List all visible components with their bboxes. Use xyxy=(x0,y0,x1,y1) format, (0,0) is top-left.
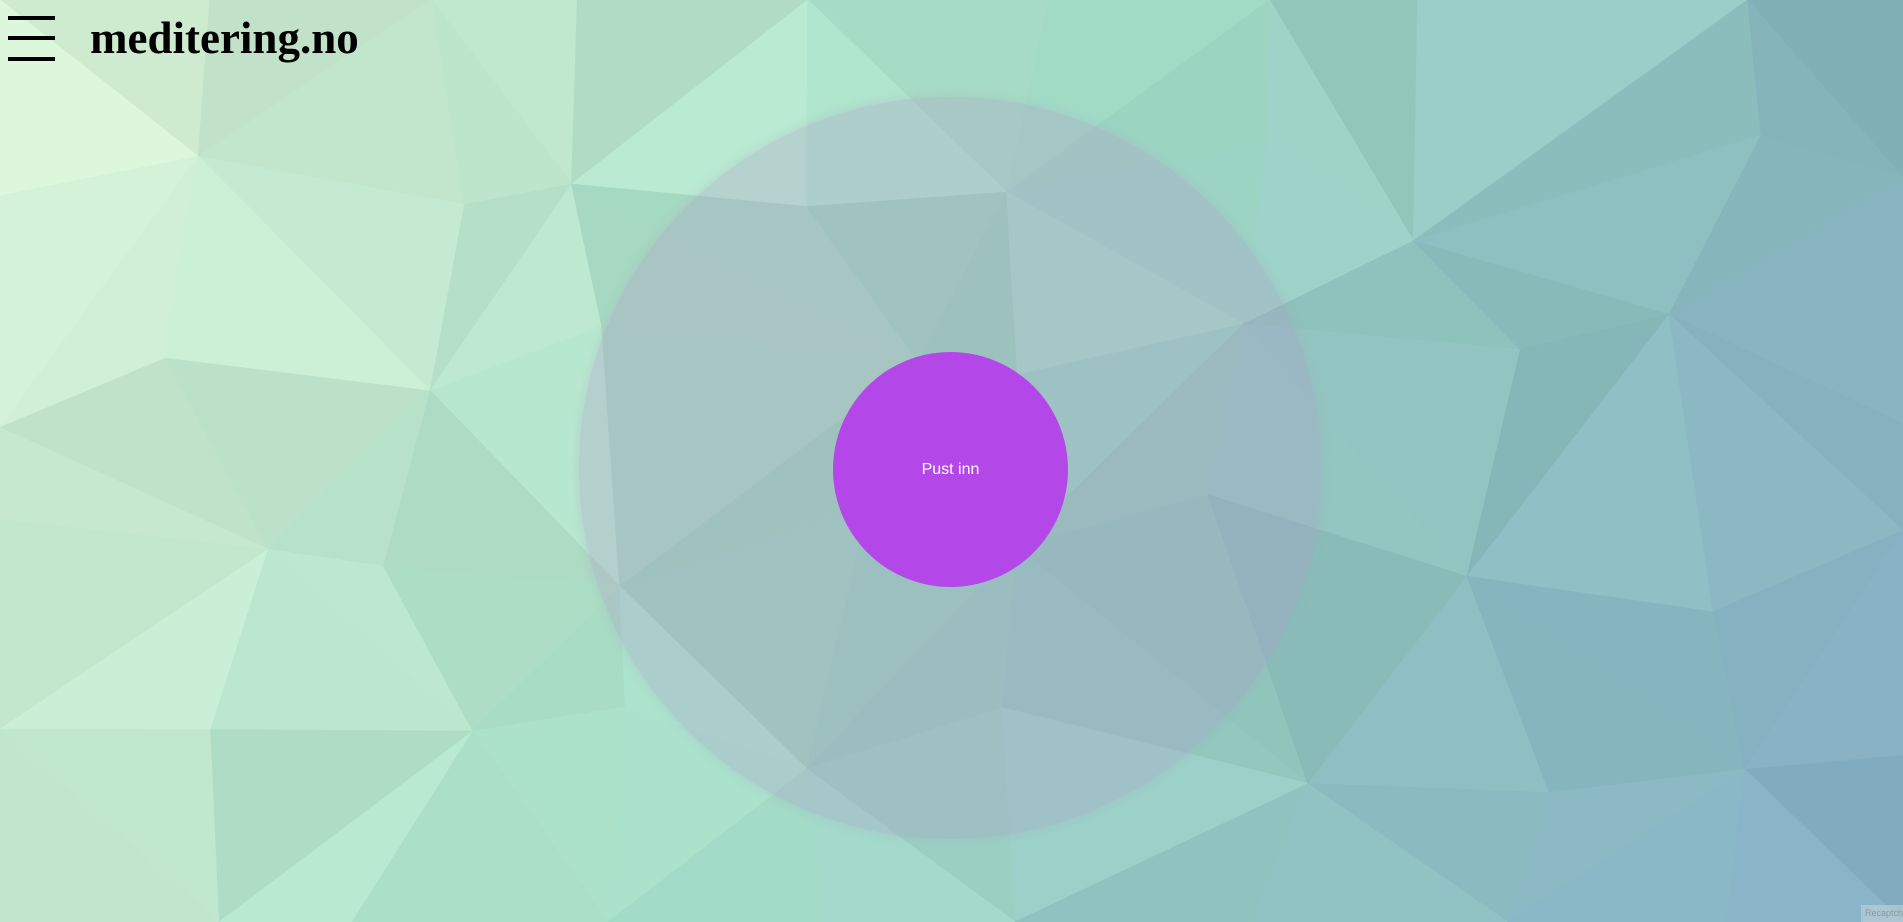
recaptcha-badge[interactable]: Recaptcha xyxy=(1861,905,1903,922)
site-title[interactable]: meditering.no xyxy=(90,12,359,64)
breath-button[interactable]: Pust inn xyxy=(833,352,1068,587)
hamburger-menu-icon[interactable] xyxy=(8,14,56,62)
